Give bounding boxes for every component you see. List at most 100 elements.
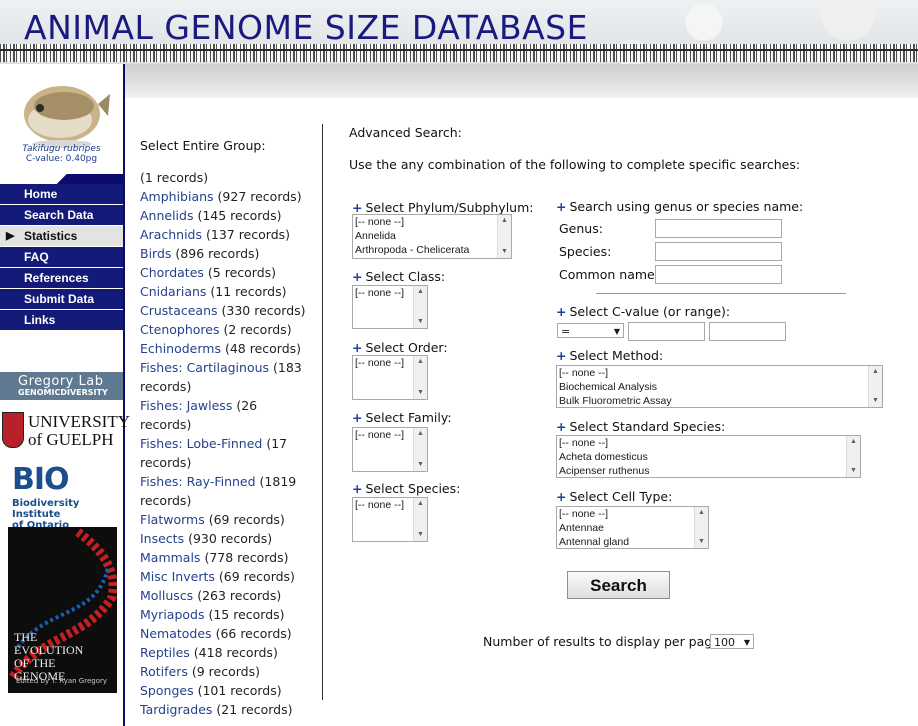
group-item[interactable]: Reptiles (418 records) — [140, 643, 310, 662]
group-item[interactable]: (1 records) — [140, 168, 310, 187]
group-link[interactable]: Ctenophores — [140, 322, 219, 337]
group-link[interactable]: Molluscs — [140, 588, 193, 603]
group-item[interactable]: Annelids (145 records) — [140, 206, 310, 225]
cvalue-max-input[interactable] — [709, 322, 786, 341]
group-link[interactable]: Crustaceans — [140, 303, 218, 318]
nav-home[interactable]: Home — [0, 184, 123, 204]
group-item[interactable]: Ctenophores (2 records) — [140, 320, 310, 339]
scroll-down-icon[interactable]: ▼ — [414, 530, 427, 540]
cvalue-operator-select[interactable]: = ▼ — [557, 323, 624, 338]
nav-statistics[interactable]: ▶ Statistics — [0, 226, 123, 246]
nav-search-data[interactable]: Search Data — [0, 205, 123, 225]
method-listbox[interactable]: [-- none --] Biochemical Analysis Bulk F… — [556, 365, 883, 408]
scrollbar[interactable]: ▲ ▼ — [413, 498, 427, 541]
scrollbar[interactable]: ▲ ▼ — [413, 428, 427, 471]
group-link[interactable]: Reptiles — [140, 645, 190, 660]
scroll-up-icon[interactable]: ▲ — [414, 287, 427, 297]
phylum-option[interactable]: Arthropoda - Chelicerata — [353, 243, 511, 257]
group-item[interactable]: Chordates (5 records) — [140, 263, 310, 282]
group-link[interactable]: Chordates — [140, 265, 204, 280]
celltype-option[interactable]: Antennae — [557, 521, 708, 535]
group-link[interactable]: Mammals — [140, 550, 200, 565]
scroll-down-icon[interactable]: ▼ — [414, 460, 427, 470]
site-title[interactable]: ANIMAL GENOME SIZE DATABASE — [24, 8, 588, 47]
group-link[interactable]: Annelids — [140, 208, 193, 223]
group-item[interactable]: Mammals (778 records) — [140, 548, 310, 567]
scroll-down-icon[interactable]: ▼ — [414, 317, 427, 327]
celltype-option[interactable]: Antennal gland — [557, 535, 708, 548]
group-link[interactable]: Misc Inverts — [140, 569, 215, 584]
scroll-down-icon[interactable]: ▼ — [847, 466, 860, 476]
scrollbar[interactable]: ▲ ▼ — [846, 436, 860, 477]
scroll-up-icon[interactable]: ▲ — [695, 508, 708, 518]
group-item[interactable]: Sponges (101 records) — [140, 681, 310, 700]
standard-option[interactable]: [-- none --] — [557, 436, 860, 450]
scroll-down-icon[interactable]: ▼ — [695, 537, 708, 547]
scrollbar[interactable]: ▲ ▼ — [413, 356, 427, 399]
group-item[interactable]: Rotifers (9 records) — [140, 662, 310, 681]
group-link[interactable]: Echinoderms — [140, 341, 221, 356]
standard-species-listbox[interactable]: [-- none --] Acheta domesticus Acipenser… — [556, 435, 861, 478]
species-input[interactable] — [655, 242, 782, 261]
scroll-up-icon[interactable]: ▲ — [869, 367, 882, 377]
group-link[interactable]: Nematodes — [140, 626, 212, 641]
group-link[interactable]: Insects — [140, 531, 184, 546]
group-item[interactable]: Amphibians (927 records) — [140, 187, 310, 206]
scroll-up-icon[interactable]: ▲ — [498, 216, 511, 226]
scroll-up-icon[interactable]: ▲ — [847, 437, 860, 447]
standard-option[interactable]: Acheta domesticus — [557, 450, 860, 464]
group-item[interactable]: Arachnids (137 records) — [140, 225, 310, 244]
group-item[interactable]: Fishes: Cartilaginous (183 records) — [140, 358, 310, 396]
scroll-up-icon[interactable]: ▲ — [414, 357, 427, 367]
scrollbar[interactable]: ▲ ▼ — [497, 215, 511, 258]
cell-type-listbox[interactable]: [-- none --] Antennae Antennal gland ▲ ▼ — [556, 506, 709, 549]
group-item[interactable]: Insects (930 records) — [140, 529, 310, 548]
nav-submit-data[interactable]: Submit Data — [0, 289, 123, 309]
group-item[interactable]: Echinoderms (48 records) — [140, 339, 310, 358]
nav-faq[interactable]: FAQ — [0, 247, 123, 267]
standard-option[interactable]: Acipenser ruthenus — [557, 464, 860, 477]
group-link[interactable]: Rotifers — [140, 664, 188, 679]
order-listbox[interactable]: [-- none --] ▲ ▼ — [352, 355, 428, 400]
scroll-up-icon[interactable]: ▲ — [414, 499, 427, 509]
group-link[interactable]: Arachnids — [140, 227, 202, 242]
group-item[interactable]: Myriapods (15 records) — [140, 605, 310, 624]
group-item[interactable]: Fishes: Jawless (26 records) — [140, 396, 310, 434]
group-item[interactable]: Fishes: Lobe-Finned (17 records) — [140, 434, 310, 472]
nav-links[interactable]: Links — [0, 310, 123, 330]
results-per-page-select[interactable]: 100 ▼ — [710, 634, 754, 649]
method-option[interactable]: Biochemical Analysis — [557, 380, 882, 394]
group-link[interactable]: Myriapods — [140, 607, 204, 622]
method-option[interactable]: [-- none --] — [557, 366, 882, 380]
scrollbar[interactable]: ▲ ▼ — [694, 507, 708, 548]
group-item[interactable]: Fishes: Ray-Finned (1819 records) — [140, 472, 310, 510]
group-item[interactable]: Crustaceans (330 records) — [140, 301, 310, 320]
cvalue-min-input[interactable] — [628, 322, 705, 341]
scrollbar[interactable]: ▲ ▼ — [413, 286, 427, 328]
method-option[interactable]: Bulk Fluorometric Assay — [557, 394, 882, 407]
group-item[interactable]: Birds (896 records) — [140, 244, 310, 263]
group-item[interactable]: Cnidarians (11 records) — [140, 282, 310, 301]
scroll-up-icon[interactable]: ▲ — [414, 429, 427, 439]
group-item[interactable]: Flatworms (69 records) — [140, 510, 310, 529]
group-link[interactable]: Birds — [140, 246, 171, 261]
group-link[interactable]: Fishes: Ray-Finned — [140, 474, 256, 489]
scroll-down-icon[interactable]: ▼ — [498, 247, 511, 257]
common-name-input[interactable] — [655, 265, 782, 284]
group-link[interactable]: Cnidarians — [140, 284, 206, 299]
group-link[interactable]: Tardigrades — [140, 702, 212, 717]
group-link[interactable]: Flatworms — [140, 512, 205, 527]
scroll-down-icon[interactable]: ▼ — [869, 396, 882, 406]
search-button[interactable]: Search — [567, 571, 670, 599]
celltype-option[interactable]: [-- none --] — [557, 507, 708, 521]
group-link[interactable]: Fishes: Jawless — [140, 398, 232, 413]
group-item[interactable]: Nematodes (66 records) — [140, 624, 310, 643]
phylum-option[interactable]: [-- none --] — [353, 215, 511, 229]
scrollbar[interactable]: ▲ ▼ — [868, 366, 882, 407]
group-link[interactable]: Sponges — [140, 683, 194, 698]
guelph-logo[interactable]: UNIVERSITY of GUELPH — [2, 408, 130, 456]
class-listbox[interactable]: [-- none --] ▲ ▼ — [352, 285, 428, 329]
group-link[interactable]: Fishes: Cartilaginous — [140, 360, 269, 375]
phylum-listbox[interactable]: [-- none --] Annelida Arthropoda - Cheli… — [352, 214, 512, 259]
group-item[interactable]: Misc Inverts (69 records) — [140, 567, 310, 586]
